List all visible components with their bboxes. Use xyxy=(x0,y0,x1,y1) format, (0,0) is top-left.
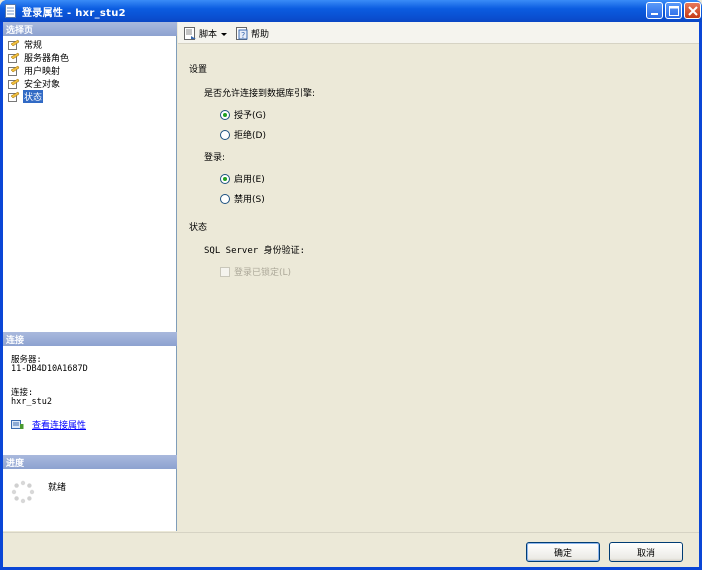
dialog-client-area: 选择页 常规 服务器角色 用户映射 安全对象 状态 连接 服务器: 11-DB4… xyxy=(3,22,699,567)
page-icon xyxy=(8,52,20,63)
login-properties-window: 登录属性 - hxr_stu2 选择页 常规 服务器角色 用户映射 安全对象 状… xyxy=(0,0,702,570)
page-item-user-mapping[interactable]: 用户映射 xyxy=(8,64,61,77)
left-pane: 选择页 常规 服务器角色 用户映射 安全对象 状态 连接 服务器: 11-DB4… xyxy=(3,22,177,531)
login-locked-label: 登录已锁定(L) xyxy=(234,268,292,278)
document-icon xyxy=(5,4,16,18)
page-item-label: 状态 xyxy=(23,89,44,103)
disabled-radio[interactable]: 禁用(S) xyxy=(220,192,265,205)
connection-value: hxr_stu2 xyxy=(11,397,52,407)
deny-radio[interactable]: 拒绝(D) xyxy=(220,128,266,141)
view-connection-properties-link[interactable]: 查看连接属性 xyxy=(32,418,86,431)
cancel-button[interactable]: 取消 xyxy=(609,542,683,562)
page-item-securables[interactable]: 安全对象 xyxy=(8,77,61,90)
permission-question: 是否允许连接到数据库引擎: xyxy=(204,89,316,99)
maximize-button[interactable] xyxy=(665,2,682,19)
page-item-label: 常规 xyxy=(24,40,43,51)
enabled-radio[interactable]: 启用(E) xyxy=(220,172,265,185)
toolbar: 脚本 ? 帮助 xyxy=(178,22,699,44)
select-page-header: 选择页 xyxy=(3,22,177,36)
script-button[interactable]: 脚本 xyxy=(184,27,228,40)
checkbox-box xyxy=(220,266,230,277)
ok-button[interactable]: 确定 xyxy=(526,542,600,562)
login-label: 登录: xyxy=(204,153,226,163)
page-icon xyxy=(8,65,20,76)
close-icon xyxy=(688,6,698,16)
progress-spinner-icon xyxy=(11,480,35,504)
status-header: 状态 xyxy=(189,223,208,233)
title-bar[interactable]: 登录属性 - hxr_stu2 xyxy=(0,0,702,22)
help-button[interactable]: ? 帮助 xyxy=(236,27,269,40)
page-item-label: 安全对象 xyxy=(24,79,61,90)
progress-header: 进度 xyxy=(3,455,177,469)
server-value: 11-DB4D10A1687D xyxy=(11,364,88,374)
radio-circle[interactable] xyxy=(220,129,230,140)
help-icon: ? xyxy=(236,27,248,40)
page-item-status[interactable]: 状态 xyxy=(8,89,44,103)
sql-auth-label: SQL Server 身份验证: xyxy=(204,246,306,256)
enabled-label: 启用(E) xyxy=(234,175,265,185)
script-label: 脚本 xyxy=(199,30,218,40)
radio-circle[interactable] xyxy=(220,193,230,204)
page-icon xyxy=(8,91,20,102)
deny-label: 拒绝(D) xyxy=(234,131,266,141)
grant-label: 授予(G) xyxy=(234,111,266,121)
page-icon xyxy=(8,78,20,89)
help-label: 帮助 xyxy=(251,30,270,40)
window-title: 登录属性 - hxr_stu2 xyxy=(22,8,126,19)
close-button[interactable] xyxy=(684,2,701,19)
page-item-label: 服务器角色 xyxy=(24,53,70,64)
settings-header: 设置 xyxy=(189,65,208,75)
script-icon xyxy=(184,27,196,40)
disabled-label: 禁用(S) xyxy=(234,195,265,205)
radio-circle[interactable] xyxy=(220,173,230,184)
radio-circle[interactable] xyxy=(220,109,230,120)
connection-properties-icon xyxy=(11,420,24,429)
status-page-content: 设置 是否允许连接到数据库引擎: 授予(G) 拒绝(D) 登录: 启用(E) 禁… xyxy=(178,45,699,531)
page-item-server-roles[interactable]: 服务器角色 xyxy=(8,51,70,64)
login-locked-checkbox: 登录已锁定(L) xyxy=(220,265,291,278)
svg-text:?: ? xyxy=(241,31,245,40)
grant-radio[interactable]: 授予(G) xyxy=(220,108,266,121)
connection-header: 连接 xyxy=(3,332,177,346)
minimize-button[interactable] xyxy=(646,2,663,19)
page-item-general[interactable]: 常规 xyxy=(8,38,43,51)
maximize-icon xyxy=(669,6,679,16)
dialog-footer: 确定 取消 xyxy=(3,532,699,567)
progress-status: 就绪 xyxy=(48,483,67,493)
page-item-label: 用户映射 xyxy=(24,66,61,77)
minimize-icon xyxy=(651,13,658,15)
page-icon xyxy=(8,39,20,50)
chevron-down-icon[interactable] xyxy=(220,30,228,38)
